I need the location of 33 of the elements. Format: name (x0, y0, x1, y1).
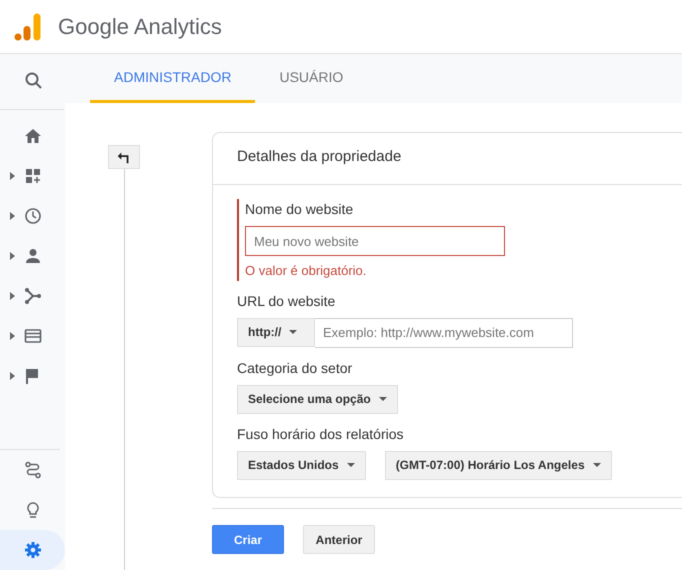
app-title: Google Analytics (58, 13, 222, 41)
dropdown[interactable]: (GMT-07:00) Horário Los Angeles (384, 450, 612, 480)
sidebar-item[interactable] (0, 530, 65, 570)
settings-icon (24, 541, 42, 559)
url-field[interactable]: Exemplo: http://www.mywebsite.com (315, 318, 573, 348)
protocol-dropdown[interactable]: http:// (237, 318, 315, 346)
clock-icon (24, 207, 42, 225)
back-button[interactable]: Anterior (303, 525, 375, 554)
back-button[interactable] (108, 145, 140, 169)
card-title: Detalhes da propriedade (213, 133, 682, 185)
person-icon (24, 247, 42, 265)
fork-icon (24, 287, 42, 305)
path-icon (24, 461, 42, 479)
create-button[interactable]: Criar (212, 525, 284, 554)
error-message: O valor é obrigatório. (245, 262, 368, 280)
field-label: Categoria do setor (237, 358, 354, 378)
field-label: URL do website (237, 292, 336, 310)
caret-icon (346, 463, 355, 467)
tab[interactable]: ADMINISTRADOR (90, 54, 256, 103)
dropdown[interactable]: Selecione uma opção (237, 384, 398, 414)
logo-icon (14, 12, 41, 40)
field-label: Nome do website (245, 200, 354, 219)
caret-icon (378, 397, 387, 401)
dashboard-icon (24, 167, 42, 185)
caret-icon (289, 330, 298, 334)
name-field[interactable]: Meu novo website (245, 226, 505, 256)
dropdown[interactable]: Estados Unidos (237, 450, 366, 480)
caret-icon (592, 463, 601, 467)
field-label: Fuso horário dos relatórios (237, 424, 405, 444)
search-icon (24, 71, 42, 89)
window-icon (24, 327, 42, 345)
tab[interactable]: USUÁRIO (255, 54, 368, 103)
home-icon (24, 127, 42, 145)
